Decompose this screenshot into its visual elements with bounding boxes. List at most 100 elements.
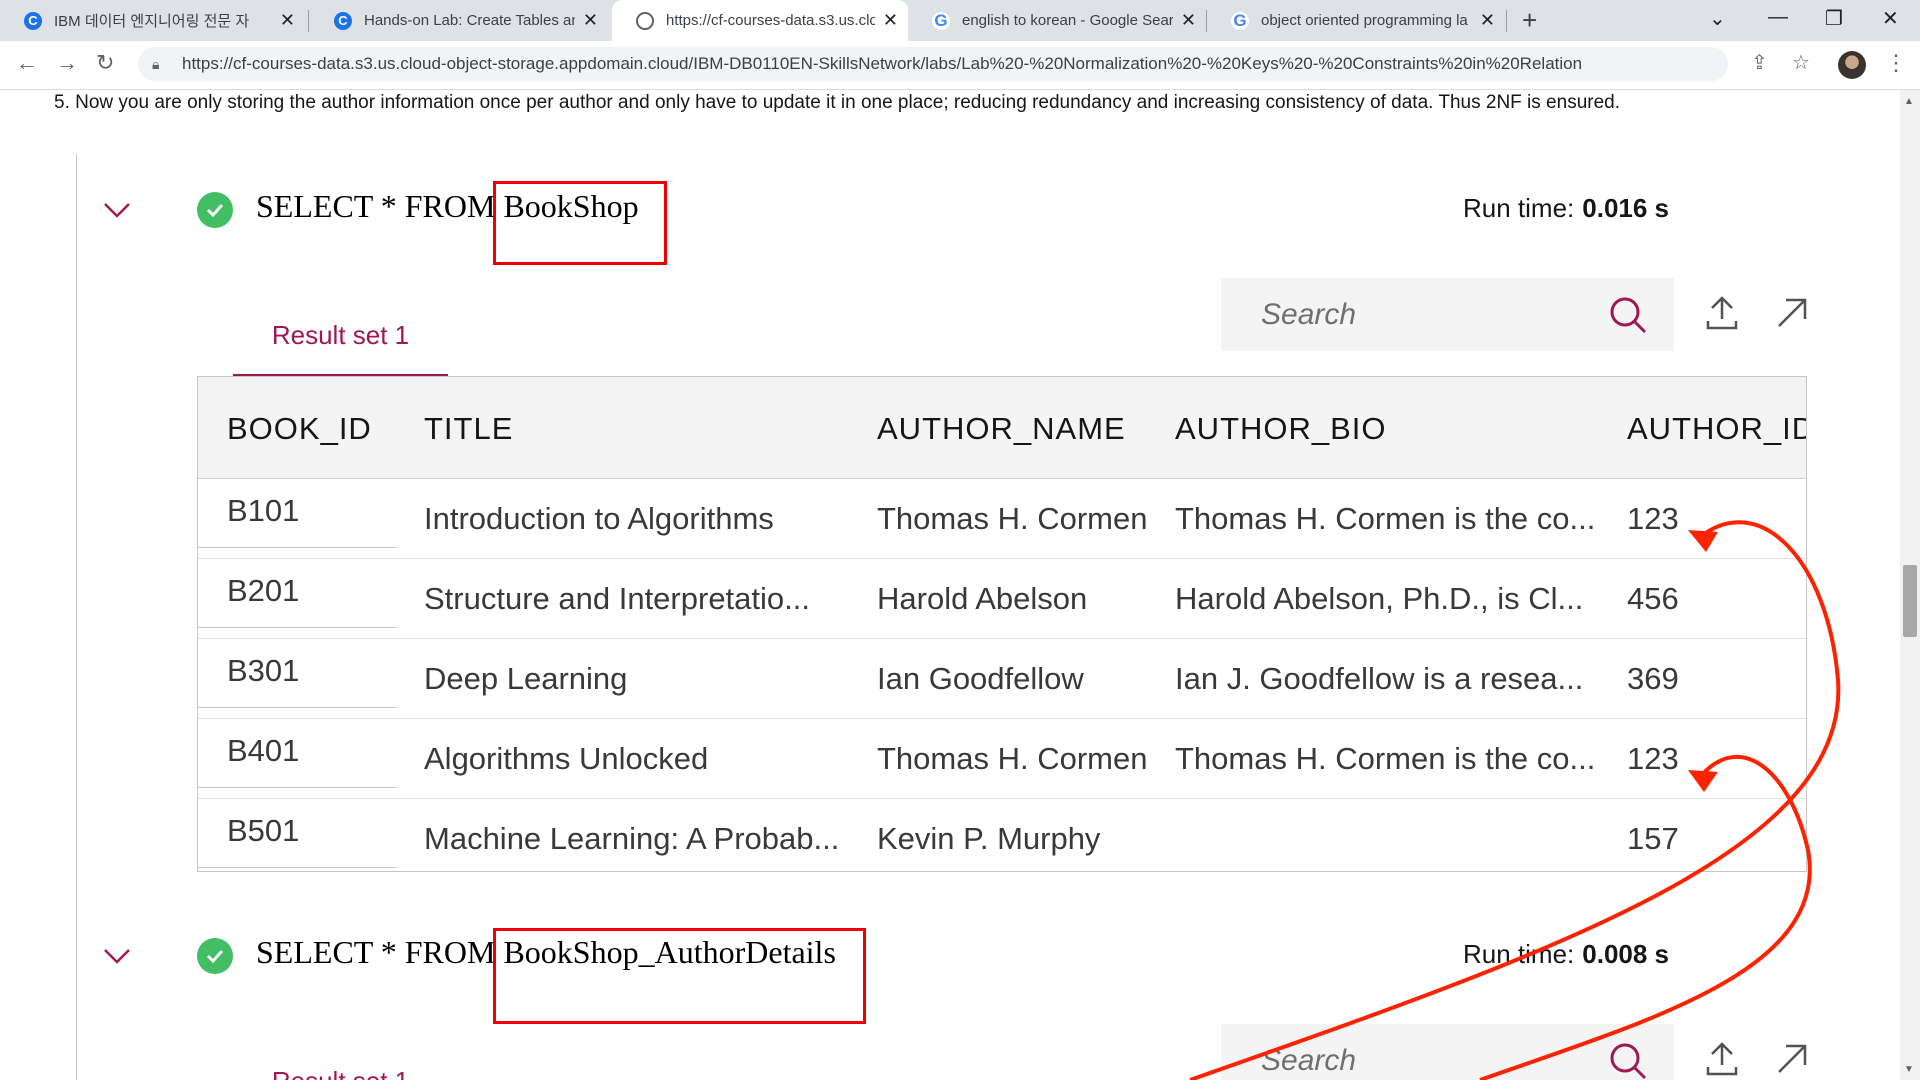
run-time-value: 0.008 s [1582, 939, 1670, 969]
tab-result-set-1[interactable]: Result set 1 [233, 284, 448, 378]
table-cell: Harold Abelson [877, 581, 1088, 616]
forward-arrow-icon[interactable]: → [56, 50, 78, 76]
column-header[interactable]: BOOK_ID [227, 411, 372, 447]
table-row: B301 Deep Learning Ian Goodfellow Ian J.… [198, 639, 1806, 719]
address-bar[interactable]: 🔒︎ https://cf-courses-data.s3.us.cloud-o… [138, 47, 1728, 81]
table-cell: Thomas H. Cormen is the co... [1175, 501, 1596, 536]
globe-icon [636, 11, 654, 30]
restore-icon[interactable]: ❐ [1825, 6, 1843, 31]
browser-toolbar: ← → ↻ 🔒︎ https://cf-courses-data.s3.us.c… [0, 41, 1920, 90]
run-time-value: 0.016 s [1582, 193, 1670, 223]
tab-search-chevron-icon[interactable]: ⌄ [1709, 6, 1726, 31]
browser-tab-google-oop[interactable]: G object oriented programming la ✕ [1207, 0, 1505, 41]
column-header[interactable]: TITLE [424, 411, 513, 447]
search-icon[interactable] [1608, 295, 1648, 335]
table-cell: Deep Learning [424, 661, 628, 696]
result-search [1221, 278, 1674, 351]
browser-tab-google-translate[interactable]: G english to korean - Google Sear ✕ [908, 0, 1206, 41]
table-row: B201 Structure and Interpretatio... Haro… [198, 559, 1806, 639]
share-icon[interactable]: ⇪ [1751, 50, 1768, 75]
export-upload-icon[interactable] [1704, 1041, 1740, 1077]
column-header[interactable]: AUTHOR_ID [1627, 411, 1806, 447]
close-icon[interactable]: ✕ [883, 10, 898, 31]
reload-icon[interactable]: ↻ [96, 50, 114, 76]
result-search [1221, 1024, 1674, 1080]
url-text[interactable]: https://cf-courses-data.s3.us.cloud-obje… [182, 54, 1582, 74]
table-cell: Structure and Interpretatio... [424, 581, 810, 616]
coursera-c-icon: C [334, 11, 352, 30]
chevron-down-icon[interactable] [103, 196, 131, 224]
run-time: Run time: 0.008 s [1463, 939, 1669, 970]
table-cell: Thomas H. Cormen is the co... [1175, 741, 1596, 776]
table-cell: Thomas H. Cormen [877, 741, 1148, 776]
search-input[interactable] [1259, 296, 1593, 333]
page-content: 5. Now you are only storing the author i… [0, 90, 1920, 1080]
tab-result-set-1[interactable]: Result set 1 [233, 1030, 448, 1080]
expand-arrow-icon[interactable] [1774, 1041, 1810, 1077]
column-header[interactable]: AUTHOR_NAME [877, 411, 1126, 447]
browser-tab-active[interactable]: https://cf-courses-data.s3.us.clo ✕ [612, 0, 908, 41]
success-check-icon [197, 938, 233, 974]
close-icon[interactable]: ✕ [1480, 10, 1495, 31]
table-cell: B101 [227, 493, 300, 528]
tab-separator [308, 10, 309, 32]
run-time: Run time: 0.016 s [1463, 193, 1669, 224]
export-upload-icon[interactable] [1704, 295, 1740, 331]
close-icon[interactable]: ✕ [280, 10, 295, 31]
table-cell: 456 [1627, 581, 1679, 616]
row-divider [198, 627, 397, 628]
table-cell: Harold Abelson, Ph.D., is Cl... [1175, 581, 1584, 616]
minimize-icon[interactable]: — [1768, 6, 1788, 29]
success-check-icon [197, 192, 233, 228]
table-row: B101 Introduction to Algorithms Thomas H… [198, 479, 1806, 559]
lock-icon[interactable]: 🔒︎ [152, 56, 168, 73]
table-cell: Kevin P. Murphy [877, 821, 1101, 856]
scrollbar-thumb[interactable] [1903, 565, 1917, 637]
result-table: BOOK_ID TITLE AUTHOR_NAME AUTHOR_BIO AUT… [197, 376, 1807, 872]
window-close-icon[interactable]: ✕ [1882, 6, 1899, 31]
tab-title: object oriented programming la [1261, 12, 1468, 29]
coursera-c-icon: C [24, 11, 42, 30]
table-header: BOOK_ID TITLE AUTHOR_NAME AUTHOR_BIO AUT… [198, 377, 1806, 479]
table-cell: B201 [227, 573, 300, 608]
tab-title: IBM 데이터 엔지니어링 전문 자 [54, 13, 250, 30]
row-divider [198, 547, 397, 548]
search-icon[interactable] [1608, 1041, 1648, 1080]
instruction-text: 5. Now you are only storing the author i… [54, 92, 1620, 113]
query-prefix: SELECT * FROM [256, 934, 504, 970]
row-divider [198, 867, 397, 868]
search-input[interactable] [1259, 1042, 1593, 1079]
query-prefix: SELECT * FROM [256, 188, 504, 224]
annotation-red-box [493, 181, 667, 265]
browser-tab-ibm-course[interactable]: C IBM 데이터 엔지니어링 전문 자 ✕ [0, 0, 305, 41]
table-row: B401 Algorithms Unlocked Thomas H. Corme… [198, 719, 1806, 799]
browser-tab-hands-on-lab[interactable]: C Hands-on Lab: Create Tables an ✕ [310, 0, 608, 41]
run-time-label: Run time: [1463, 193, 1575, 223]
table-cell: 123 [1627, 501, 1679, 536]
notebook-left-rule [76, 154, 77, 1080]
profile-avatar[interactable] [1838, 51, 1866, 79]
google-g-icon: G [932, 11, 950, 30]
tab-title: Hands-on Lab: Create Tables an [364, 12, 575, 29]
table-cell: Thomas H. Cormen [877, 501, 1148, 536]
bookmark-star-icon[interactable]: ☆ [1792, 50, 1810, 75]
chevron-down-icon[interactable] [103, 942, 131, 970]
row-divider [198, 707, 397, 708]
table-cell: B401 [227, 733, 300, 768]
scroll-up-arrow-icon[interactable]: ▲ [1904, 96, 1914, 107]
run-time-label: Run time: [1463, 939, 1575, 969]
table-cell: Ian Goodfellow [877, 661, 1084, 696]
expand-arrow-icon[interactable] [1774, 295, 1810, 331]
table-cell: 123 [1627, 741, 1679, 776]
table-cell: 157 [1627, 821, 1679, 856]
close-icon[interactable]: ✕ [1181, 10, 1196, 31]
table-cell: Machine Learning: A Probab... [424, 821, 840, 856]
scroll-down-arrow-icon[interactable]: ▼ [1904, 1064, 1914, 1075]
new-tab-plus-icon[interactable]: + [1522, 5, 1537, 36]
tab-title: english to korean - Google Sear [962, 12, 1173, 29]
back-arrow-icon[interactable]: ← [16, 50, 38, 76]
browser-tabstrip: C IBM 데이터 엔지니어링 전문 자 ✕ C Hands-on Lab: C… [0, 0, 1920, 41]
close-icon[interactable]: ✕ [583, 10, 598, 31]
column-header[interactable]: AUTHOR_BIO [1175, 411, 1387, 447]
browser-menu-icon[interactable]: ⋮ [1885, 50, 1907, 76]
